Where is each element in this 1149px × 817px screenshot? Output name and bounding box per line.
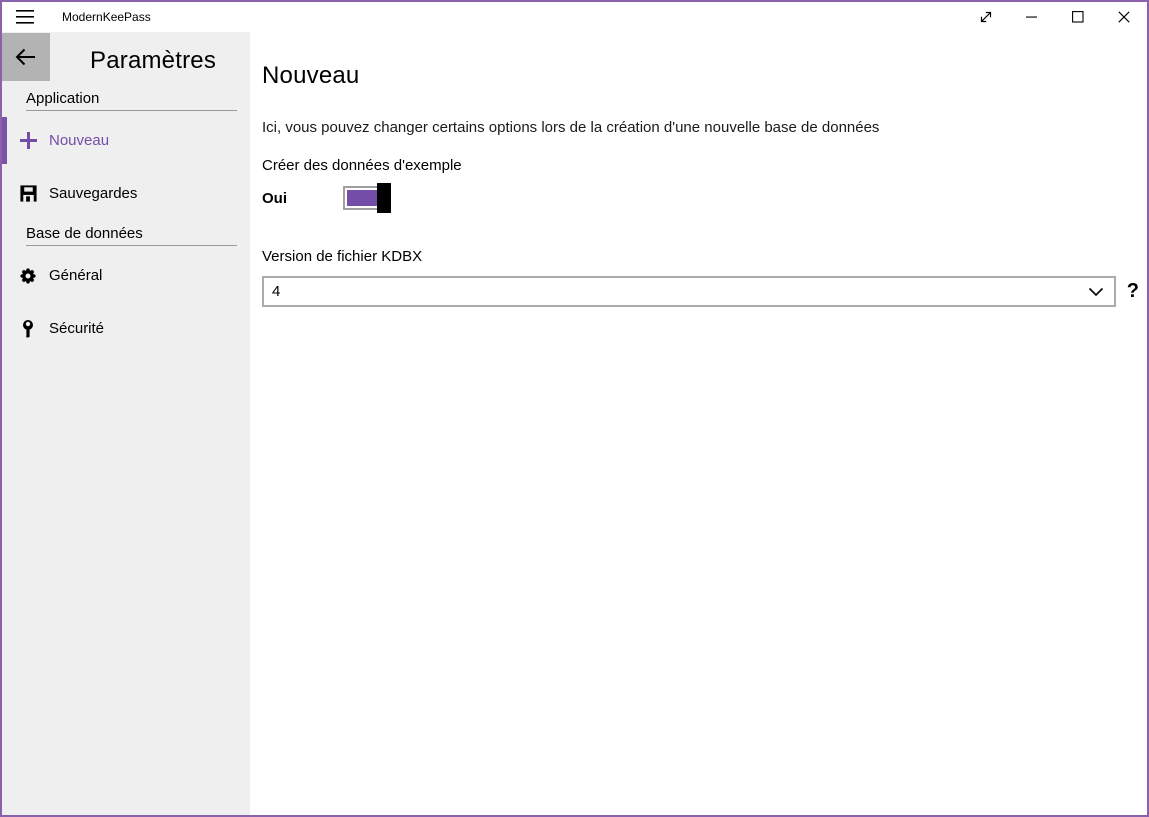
toggle-thumb[interactable] (377, 183, 391, 213)
sidebar-item-general[interactable]: Général (2, 252, 250, 299)
kdbx-version-combobox[interactable]: 4 (262, 276, 1116, 307)
sample-data-toggle[interactable] (343, 183, 391, 213)
sidebar-item-securite[interactable]: Sécurité (2, 305, 250, 352)
sidebar-item-label: Sauvegardes (49, 185, 137, 202)
settings-page-nouveau: Nouveau Ici, vous pouvez changer certain… (250, 32, 1147, 815)
selection-indicator (2, 117, 7, 164)
kdbx-version-label: Version de fichier KDBX (262, 248, 1139, 265)
maximize-icon (1072, 11, 1084, 23)
minimize-icon (1026, 11, 1038, 23)
section-header-application: Application (26, 90, 237, 111)
modernkeepass-window: { "window": { "title": "ModernKeePass", … (0, 0, 1149, 817)
app-title: ModernKeePass (62, 10, 151, 24)
sidebar-item-label: Nouveau (49, 132, 109, 149)
back-button[interactable] (2, 33, 50, 81)
sidebar-item-label: Général (49, 267, 102, 284)
sidebar-item-sauvegardes[interactable]: Sauvegardes (2, 170, 250, 217)
save-icon (18, 184, 38, 204)
settings-sidebar: Paramètres Application Nouveau (2, 32, 250, 815)
back-arrow-icon (14, 47, 38, 67)
hamburger-icon (16, 10, 34, 24)
close-button[interactable] (1101, 2, 1147, 32)
close-icon (1118, 11, 1130, 23)
kdbx-version-value: 4 (272, 283, 1088, 300)
toggle-state-text: Oui (262, 190, 343, 207)
fullscreen-icon (978, 9, 994, 25)
titlebar: ModernKeePass (2, 2, 1147, 32)
page-description: Ici, vous pouvez changer certains option… (262, 119, 1139, 136)
minimize-button[interactable] (1009, 2, 1055, 32)
sidebar-header: Paramètres (2, 32, 250, 88)
chevron-down-icon (1088, 287, 1104, 297)
sidebar-item-label: Sécurité (49, 320, 104, 337)
kdbx-help-mark[interactable]: ? (1127, 280, 1139, 303)
section-header-base-de-donnees: Base de données (26, 225, 237, 246)
sidebar-item-nouveau[interactable]: Nouveau (2, 117, 250, 164)
hamburger-menu-button[interactable] (2, 2, 48, 32)
fullscreen-button[interactable] (963, 2, 1009, 32)
gear-icon (18, 266, 38, 286)
sidebar-title: Paramètres (90, 47, 216, 75)
key-icon (18, 319, 38, 339)
sample-data-label: Créer des données d'exemple (262, 157, 1139, 174)
maximize-button[interactable] (1055, 2, 1101, 32)
page-title: Nouveau (262, 62, 1139, 90)
plus-icon (18, 131, 38, 151)
toggle-fill (347, 190, 379, 206)
